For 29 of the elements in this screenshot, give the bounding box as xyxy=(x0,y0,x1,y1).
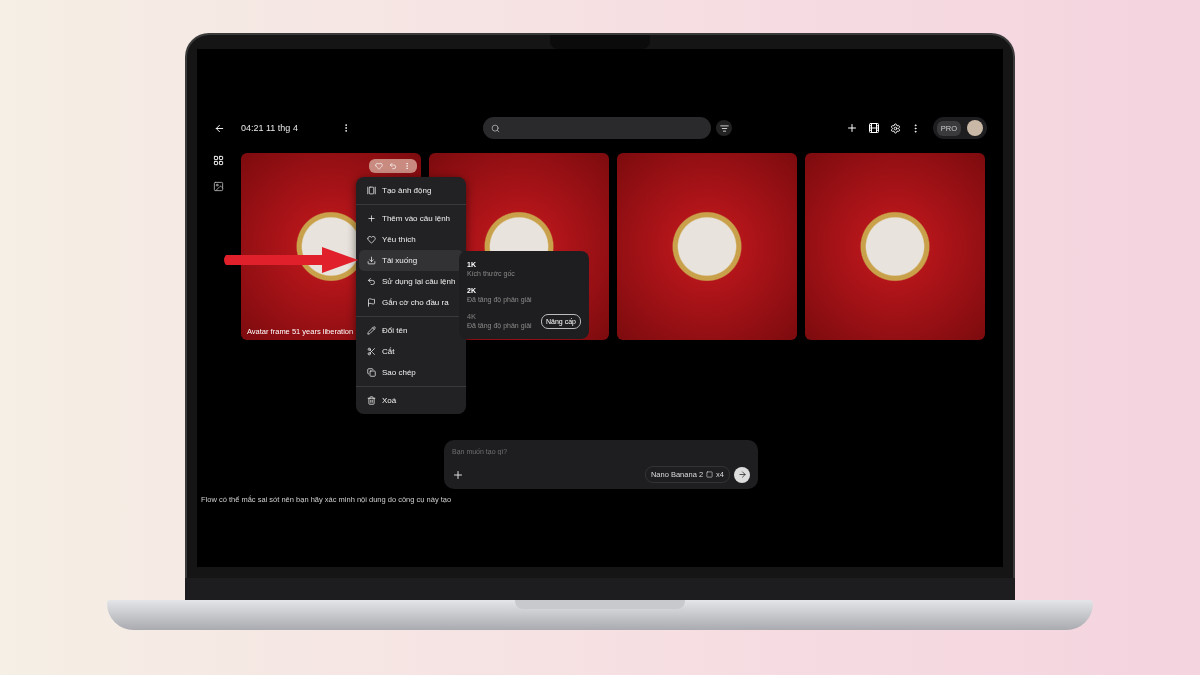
settings-button[interactable] xyxy=(888,121,903,135)
menu-item[interactable]: Xoá xyxy=(359,390,464,411)
search-icon xyxy=(491,123,500,133)
pencil-icon xyxy=(367,326,376,335)
timestamp: 04:21 11 thg 4 xyxy=(241,123,299,133)
image-thumbnail[interactable] xyxy=(617,153,797,340)
heart-icon xyxy=(367,235,376,244)
plus-icon xyxy=(367,214,376,223)
filter-button[interactable] xyxy=(716,120,732,136)
menu-item[interactable]: Sao chép xyxy=(359,362,464,383)
copy-icon xyxy=(367,368,376,377)
avatar xyxy=(967,120,983,136)
grid-button[interactable] xyxy=(211,153,225,167)
scissors-icon xyxy=(367,347,376,356)
menu-item[interactable]: Tải xuống xyxy=(359,250,464,271)
send-button[interactable] xyxy=(734,466,750,483)
undo-icon xyxy=(367,277,376,286)
download-icon xyxy=(367,256,376,265)
filter-icon xyxy=(719,123,729,133)
image-button[interactable] xyxy=(211,179,225,193)
film-button[interactable] xyxy=(866,121,881,135)
slideshow-icon xyxy=(367,186,376,195)
plus-icon[interactable] xyxy=(452,468,464,481)
arrow-right-icon xyxy=(737,470,747,479)
flag-icon xyxy=(367,298,376,307)
image-thumbnail[interactable] xyxy=(805,153,985,340)
menu-item[interactable]: Cắt xyxy=(359,341,464,362)
trash-icon xyxy=(367,396,376,405)
search-field[interactable] xyxy=(483,117,711,139)
